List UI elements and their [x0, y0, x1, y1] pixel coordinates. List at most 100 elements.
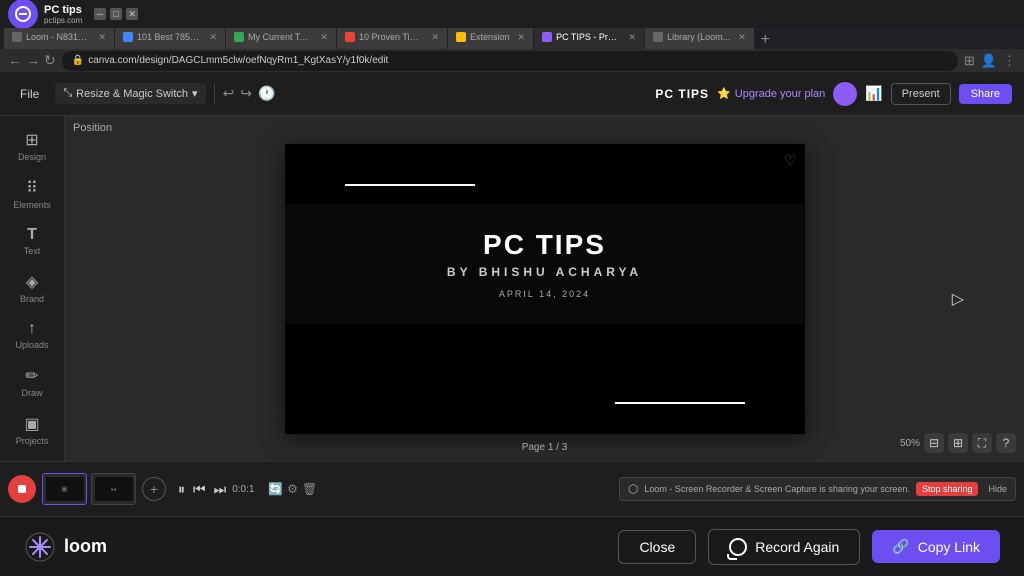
time-display: 0:0:1: [232, 484, 262, 495]
tab-google[interactable]: 101 Best 785+ Google Ch... ✕: [115, 28, 225, 49]
sidebar-label-design: Design: [18, 152, 46, 162]
new-tab-button[interactable]: +: [755, 31, 776, 49]
timeline-slide-1[interactable]: ▣: [42, 473, 87, 505]
tab-tools[interactable]: My Current Tools - Google... ✕: [226, 28, 336, 49]
slide-container[interactable]: PC TIPS BY BHISHU ACHARYA APRIL 14, 2024…: [285, 144, 805, 434]
tab-loom[interactable]: Loom - N8318 Stud... ✕: [4, 28, 114, 49]
reload-button[interactable]: ↻: [44, 52, 56, 69]
forward-button[interactable]: →: [26, 52, 40, 69]
loom-copy-link-button[interactable]: 🔗 Copy Link: [872, 530, 1000, 563]
sidebar-item-text[interactable]: T Text: [4, 220, 60, 262]
sidebar-item-brand[interactable]: ◈ Brand: [4, 266, 60, 310]
slide-subtitle: BY BHISHU ACHARYA: [447, 265, 642, 279]
sidebar-label-draw: Draw: [21, 388, 42, 398]
loom-close-button[interactable]: Close: [618, 530, 696, 564]
slide-dark-band: PC TIPS BY BHISHU ACHARYA APRIL 14, 2024: [285, 204, 805, 324]
chevron-down-icon: ▾: [192, 87, 198, 100]
tab-favicon-tips: [345, 32, 355, 42]
trash-button[interactable]: 🗑: [302, 482, 317, 496]
address-bar[interactable]: 🔒 canva.com/design/DAGCLmm5clw/oefNqyRm1…: [62, 51, 958, 71]
redo-button[interactable]: ↪: [240, 85, 252, 102]
slide-content: PC TIPS BY BHISHU ACHARYA APRIL 14, 2024…: [285, 144, 805, 434]
profile-button[interactable]: 👤: [981, 53, 997, 69]
sidebar-item-draw[interactable]: ✏ Draw: [4, 360, 60, 404]
pause-button[interactable]: ⏸: [176, 479, 187, 500]
timeline-slides: ▣ ▪▪: [42, 473, 136, 505]
back-button[interactable]: ←: [8, 52, 22, 69]
more-zoom-button[interactable]: ?: [996, 433, 1016, 453]
stop-sharing-button[interactable]: Stop sharing: [916, 482, 979, 496]
tab-favicon-loom: [12, 32, 22, 42]
toolbar-divider: [214, 84, 215, 104]
sidebar-item-uploads[interactable]: ↑ Uploads: [4, 314, 60, 356]
loom-record-again-button[interactable]: Record Again: [708, 529, 860, 565]
tab-close-canva[interactable]: ✕: [629, 32, 637, 43]
prev-frame-button[interactable]: ⏮: [191, 479, 208, 500]
canva-toolbar: File ⤡ Resize & Magic Switch ▾ ↩ ↪ 🕐 PC …: [0, 72, 1024, 116]
tab-tips[interactable]: 10 Proven Tips to Make S... ✕: [337, 28, 447, 49]
tab-favicon-library: [653, 32, 663, 42]
tab-label-tools: My Current Tools - Google...: [248, 32, 312, 42]
share-button[interactable]: Share: [959, 84, 1012, 104]
tab-library[interactable]: Library (Loom... ✕: [645, 28, 754, 49]
screen-share-banner: ⬡ Loom - Screen Recorder & Screen Captur…: [619, 477, 1016, 501]
undo-redo-group: ↩ ↪ 🕐: [223, 85, 276, 102]
sidebar-item-elements[interactable]: ⠿ Elements: [4, 172, 60, 216]
more-options-button[interactable]: ⋮: [1003, 53, 1016, 69]
fullscreen-button[interactable]: ⛶: [972, 433, 992, 453]
hide-label[interactable]: Hide: [988, 484, 1007, 494]
tab-favicon-ext: [456, 32, 466, 42]
zoom-level: 50%: [900, 438, 920, 449]
settings-button[interactable]: ⚙: [287, 482, 298, 496]
canva-editor: File ⤡ Resize & Magic Switch ▾ ↩ ↪ 🕐 PC …: [0, 72, 1024, 516]
tab-canva[interactable]: PC TIPS - Presentation... ✕: [534, 28, 644, 49]
minimize-button[interactable]: ─: [94, 8, 106, 20]
tab-label-google: 101 Best 785+ Google Ch...: [137, 32, 201, 42]
zoom-out-button[interactable]: ⊟: [924, 433, 944, 453]
tab-close-library[interactable]: ✕: [738, 32, 746, 43]
design-icon: ⊞: [25, 130, 38, 150]
tab-close-google[interactable]: ✕: [209, 32, 217, 43]
zoom-in-button[interactable]: ⊞: [948, 433, 968, 453]
user-avatar[interactable]: [833, 82, 857, 106]
pctips-domain: pctips.com: [44, 16, 82, 25]
tab-favicon-tools: [234, 32, 244, 42]
analytics-icon[interactable]: 📊: [865, 85, 882, 102]
extensions-button[interactable]: ⊞: [964, 53, 975, 69]
nav-buttons: ← → ↻: [8, 52, 56, 69]
tab-close-ext[interactable]: ✕: [518, 32, 526, 43]
sidebar-item-projects[interactable]: ▣ Projects: [4, 408, 60, 452]
loop-button[interactable]: 🔄: [268, 482, 283, 496]
upgrade-plan-button[interactable]: ⭐ Upgrade your plan: [717, 87, 825, 100]
maximize-button[interactable]: □: [110, 8, 122, 20]
tab-label-canva: PC TIPS - Presentation...: [556, 32, 620, 42]
next-frame-button[interactable]: ⏭: [212, 479, 229, 500]
tab-label-ext: Extension: [470, 32, 510, 42]
timeline-slide-2[interactable]: ▪▪: [91, 473, 136, 505]
file-menu[interactable]: File: [12, 83, 47, 105]
canva-brand-label: PC TIPS: [655, 87, 709, 101]
tabs-bar: Loom - N8318 Stud... ✕ 101 Best 785+ Goo…: [0, 28, 1024, 49]
screen-share-text: Loom - Screen Recorder & Screen Capture …: [644, 484, 910, 494]
tab-close-loom[interactable]: ✕: [98, 32, 106, 43]
loom-bottom-bar: loom Close Record Again 🔗 Copy Link: [0, 516, 1024, 576]
tab-ext[interactable]: Extension ✕: [448, 28, 533, 49]
tab-label-tips: 10 Proven Tips to Make S...: [359, 32, 423, 42]
add-slide-button[interactable]: +: [142, 477, 166, 501]
window-controls: ─ □ ✕: [94, 8, 138, 20]
slide-line-bottom: [615, 402, 745, 404]
present-button[interactable]: Present: [891, 83, 951, 105]
cursor-indicator: ▷: [952, 289, 964, 309]
resize-magic-switch-button[interactable]: ⤡ Resize & Magic Switch ▾: [55, 83, 205, 104]
tab-favicon-google: [123, 32, 133, 42]
tab-close-tips[interactable]: ✕: [431, 32, 439, 43]
undo-button[interactable]: ↩: [223, 85, 235, 102]
pctips-brand-name: PC tips: [44, 4, 82, 16]
sidebar-item-design[interactable]: ⊞ Design: [4, 124, 60, 168]
tab-close-tools[interactable]: ✕: [320, 32, 328, 43]
loom-icon: [24, 531, 56, 563]
clock-icon[interactable]: 🕐: [258, 85, 275, 102]
record-stop-button[interactable]: [8, 475, 36, 503]
close-button[interactable]: ✕: [126, 8, 138, 20]
zoom-controls: 50% ⊟ ⊞ ⛶ ?: [900, 433, 1016, 453]
